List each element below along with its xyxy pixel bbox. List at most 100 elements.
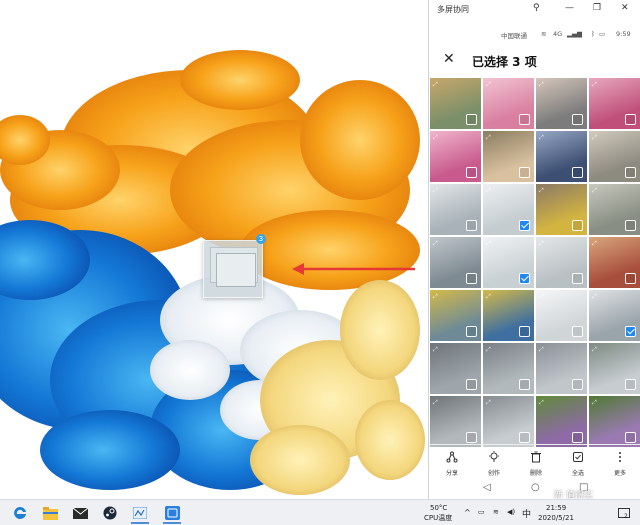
expand-icon[interactable]: ⤢ xyxy=(592,187,597,195)
photo-checkbox[interactable] xyxy=(625,432,636,443)
photo-thumbnail[interactable]: ⤢ xyxy=(430,290,481,341)
clock-time[interactable]: 21:59 xyxy=(546,504,566,512)
close-window-button[interactable]: ✕ xyxy=(621,3,629,13)
photo-thumbnail[interactable]: ⤢ xyxy=(536,343,587,394)
expand-icon[interactable]: ⤢ xyxy=(539,399,544,407)
expand-icon[interactable]: ⤢ xyxy=(592,293,597,301)
expand-icon[interactable]: ⤢ xyxy=(433,399,438,407)
wifi-tray-icon[interactable]: ≋ xyxy=(493,508,499,516)
delete-button[interactable]: 删除 xyxy=(521,448,551,477)
expand-icon[interactable]: ⤢ xyxy=(592,240,597,248)
photo-thumbnail[interactable]: ⤢ xyxy=(483,184,534,235)
create-button[interactable]: 创作 xyxy=(479,448,509,477)
select-all-button[interactable]: 全选 xyxy=(563,448,593,477)
photo-checkbox[interactable] xyxy=(625,379,636,390)
expand-icon[interactable]: ⤢ xyxy=(486,346,491,354)
photo-thumbnail[interactable]: ⤢ xyxy=(589,78,640,129)
photo-checkbox[interactable] xyxy=(572,326,583,337)
volume-icon[interactable]: ◀) xyxy=(507,508,515,516)
minimize-button[interactable]: — xyxy=(565,3,574,13)
photo-checkbox[interactable] xyxy=(466,326,477,337)
photo-checkbox[interactable] xyxy=(466,167,477,178)
photo-thumbnail[interactable]: ⤢ xyxy=(589,184,640,235)
photo-thumbnail[interactable]: ⤢ xyxy=(430,131,481,182)
expand-icon[interactable]: ⤢ xyxy=(592,134,597,142)
file-explorer-icon[interactable] xyxy=(38,502,62,524)
photo-thumbnail[interactable]: ⤢ xyxy=(536,184,587,235)
ime-indicator[interactable]: 中 xyxy=(522,507,531,520)
pin-icon[interactable]: ⚲ xyxy=(533,3,540,13)
expand-icon[interactable]: ⤢ xyxy=(433,346,438,354)
expand-icon[interactable]: ⤢ xyxy=(433,293,438,301)
photo-checkbox[interactable] xyxy=(519,379,530,390)
expand-icon[interactable]: ⤢ xyxy=(539,187,544,195)
expand-icon[interactable]: ⤢ xyxy=(486,293,491,301)
expand-icon[interactable]: ⤢ xyxy=(486,187,491,195)
photo-thumbnail[interactable]: ⤢ xyxy=(589,343,640,394)
expand-icon[interactable]: ⤢ xyxy=(433,187,438,195)
photo-checkbox[interactable] xyxy=(572,273,583,284)
expand-icon[interactable]: ⤢ xyxy=(539,293,544,301)
photo-checkbox[interactable] xyxy=(519,167,530,178)
photo-checkbox[interactable] xyxy=(625,114,636,125)
expand-icon[interactable]: ⤢ xyxy=(486,134,491,142)
photo-thumbnail[interactable]: ⤢ xyxy=(536,237,587,288)
photo-checkbox[interactable] xyxy=(572,379,583,390)
photo-thumbnail[interactable]: ⤢ xyxy=(483,396,534,447)
photo-thumbnail[interactable]: ⤢ xyxy=(536,396,587,447)
multi-screen-icon[interactable] xyxy=(160,502,184,524)
photo-thumbnail[interactable]: ⤢ xyxy=(536,78,587,129)
edge-icon[interactable] xyxy=(8,502,32,524)
expand-icon[interactable]: ⤢ xyxy=(539,134,544,142)
battery-tray-icon[interactable]: ▭ xyxy=(478,508,485,516)
photo-thumbnail[interactable]: ⤢ xyxy=(430,184,481,235)
photo-checkbox[interactable] xyxy=(572,167,583,178)
photo-thumbnail[interactable]: ⤢ xyxy=(589,237,640,288)
photo-checkbox[interactable] xyxy=(572,220,583,231)
photo-thumbnail[interactable]: ⤢ xyxy=(430,343,481,394)
expand-icon[interactable]: ⤢ xyxy=(433,134,438,142)
photo-checkbox[interactable] xyxy=(519,114,530,125)
photo-checkbox[interactable] xyxy=(466,273,477,284)
photo-checkbox[interactable] xyxy=(625,220,636,231)
task-manager-icon[interactable] xyxy=(128,502,152,524)
expand-icon[interactable]: ⤢ xyxy=(486,81,491,89)
photo-thumbnail[interactable]: ⤢ xyxy=(430,396,481,447)
photo-checkbox[interactable] xyxy=(625,167,636,178)
photo-checkbox[interactable] xyxy=(572,114,583,125)
expand-icon[interactable]: ⤢ xyxy=(592,399,597,407)
photo-checkbox[interactable] xyxy=(519,273,530,284)
photo-checkbox[interactable] xyxy=(466,220,477,231)
close-icon[interactable]: ✕ xyxy=(443,51,455,67)
photo-thumbnail[interactable]: ⤢ xyxy=(483,237,534,288)
expand-icon[interactable]: ⤢ xyxy=(486,240,491,248)
home-nav-icon[interactable]: ○ xyxy=(531,482,540,493)
photo-checkbox[interactable] xyxy=(625,273,636,284)
photo-thumbnail[interactable]: ⤢ xyxy=(536,290,587,341)
photo-thumbnail[interactable]: ⤢ xyxy=(536,131,587,182)
photo-checkbox[interactable] xyxy=(625,326,636,337)
photo-checkbox[interactable] xyxy=(519,326,530,337)
expand-icon[interactable]: ⤢ xyxy=(433,240,438,248)
clock-date[interactable]: 2020/5/21 xyxy=(538,514,574,522)
photo-checkbox[interactable] xyxy=(519,432,530,443)
expand-icon[interactable]: ⤢ xyxy=(433,81,438,89)
back-nav-icon[interactable]: ◁ xyxy=(483,482,491,493)
photo-thumbnail[interactable]: ⤢ xyxy=(483,343,534,394)
photo-checkbox[interactable] xyxy=(519,220,530,231)
expand-icon[interactable]: ⤢ xyxy=(592,346,597,354)
expand-icon[interactable]: ⤢ xyxy=(592,81,597,89)
expand-icon[interactable]: ⤢ xyxy=(486,399,491,407)
photo-checkbox[interactable] xyxy=(466,379,477,390)
restore-button[interactable]: ❐ xyxy=(593,3,601,13)
show-hidden-icons[interactable]: ^ xyxy=(464,508,471,517)
share-button[interactable]: 分享 xyxy=(437,448,467,477)
expand-icon[interactable]: ⤢ xyxy=(539,81,544,89)
photo-thumbnail[interactable]: ⤢ xyxy=(483,131,534,182)
expand-icon[interactable]: ⤢ xyxy=(539,240,544,248)
photo-thumbnail[interactable]: ⤢ xyxy=(430,237,481,288)
photo-checkbox[interactable] xyxy=(466,114,477,125)
photo-thumbnail[interactable]: ⤢ xyxy=(589,290,640,341)
photo-thumbnail[interactable]: ⤢ xyxy=(589,131,640,182)
photo-thumbnail[interactable]: ⤢ xyxy=(483,290,534,341)
